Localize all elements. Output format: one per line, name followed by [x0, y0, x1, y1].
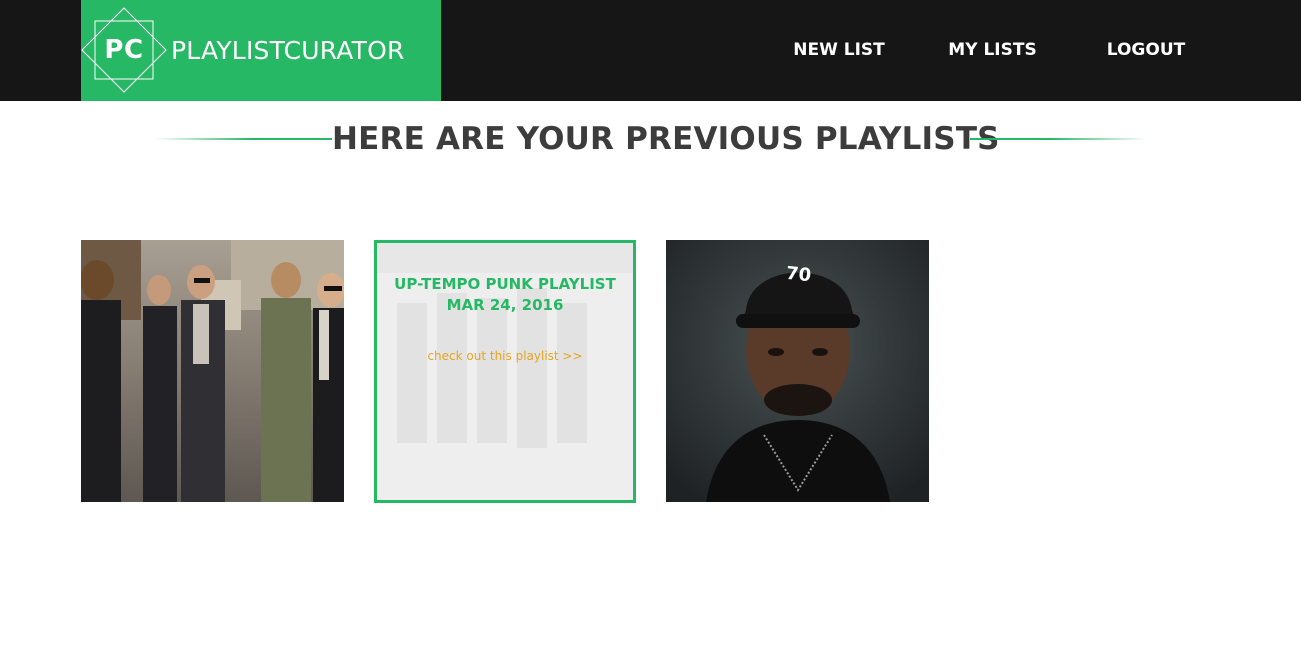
brand-logo-link[interactable]: PC PLAYLISTCURATOR [81, 0, 441, 101]
page-title: HERE ARE YOUR PREVIOUS PLAYLISTS [332, 121, 1000, 157]
playlist-card-active[interactable]: UP-TEMPO PUNK PLAYLIST MAR 24, 2016 chec… [374, 240, 636, 503]
view-playlist-link[interactable]: check out this playlist >> [377, 348, 633, 364]
playlist-card[interactable]: 70 [666, 240, 929, 502]
playlist-date: MAR 24, 2016 [446, 296, 564, 314]
portrait-photo-image: 70 [666, 240, 929, 502]
playlist-title: UP-TEMPO PUNK PLAYLIST [394, 275, 616, 293]
page-heading-section: HERE ARE YOUR PREVIOUS PLAYLISTS [150, 113, 1150, 165]
logo-initials: PC [104, 35, 144, 65]
nav-new-list[interactable]: NEW LIST [788, 0, 890, 101]
brand-name: PLAYLISTCURATOR [171, 36, 405, 65]
heading-divider-right [970, 138, 1147, 140]
playlist-card[interactable] [81, 240, 344, 502]
top-navigation-bar: PC PLAYLISTCURATOR NEW LIST MY LISTS LOG… [0, 0, 1301, 101]
nav-logout[interactable]: LOGOUT [1100, 0, 1192, 101]
band-photo-image [81, 240, 344, 502]
svg-text:70: 70 [785, 263, 812, 287]
nav-my-lists[interactable]: MY LISTS [944, 0, 1041, 101]
heading-divider-left [155, 138, 332, 140]
